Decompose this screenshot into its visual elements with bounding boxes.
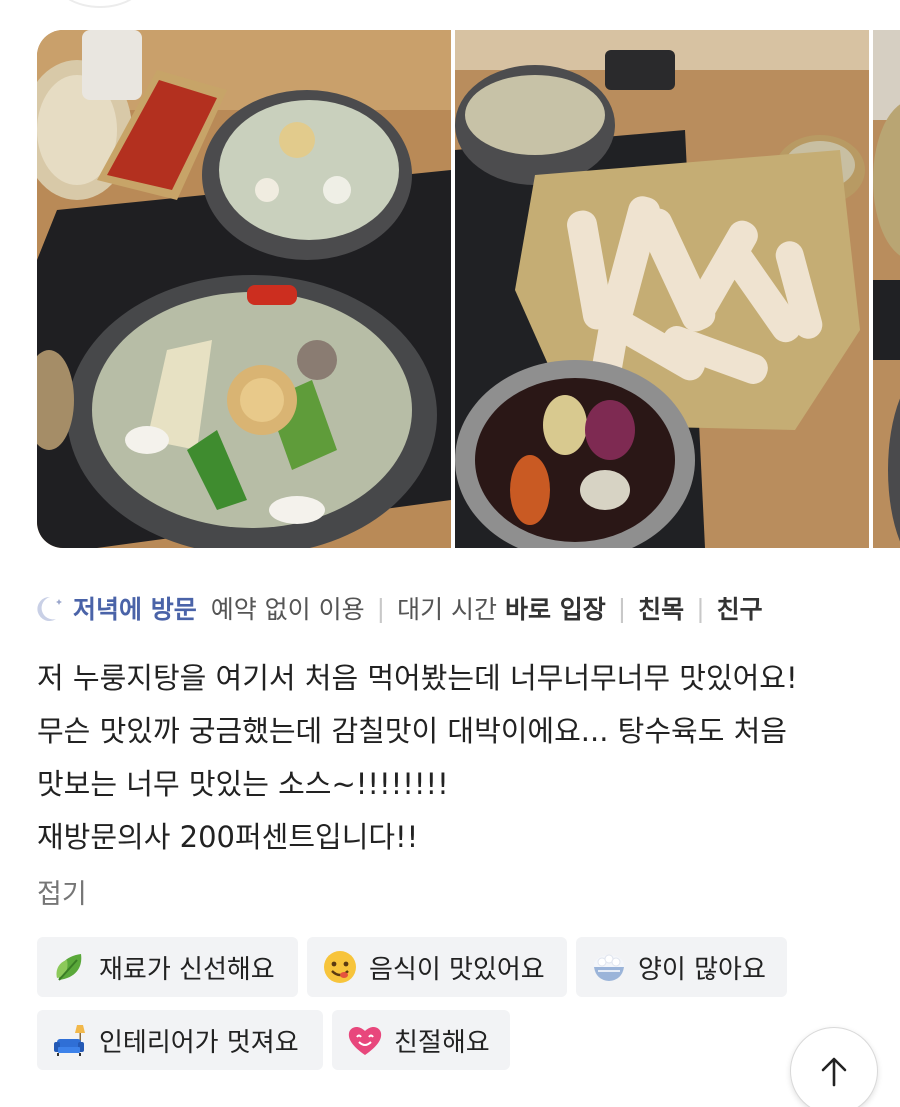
review-photo-3[interactable] (873, 30, 900, 548)
review-photo-carousel[interactable] (37, 30, 900, 548)
visit-info: 저녁에 방문 예약 없이 이용 | 대기 시간 바로 입장 | 친목 | 친구 (37, 588, 763, 628)
yum-face-icon (321, 948, 359, 986)
reservation-info: 예약 없이 이용 (210, 595, 365, 624)
sofa-lamp-icon (51, 1021, 89, 1059)
keyword-chip-portion: 양이 많아요 (576, 937, 787, 997)
keyword-chip-tasty: 음식이 맛있어요 (307, 937, 567, 997)
keyword-label: 인테리어가 멋져요 (99, 1027, 299, 1058)
review-line: 무슨 맛있까 궁금했는데 감칠맛이 대박이에요... 탕수육도 처음 (37, 714, 787, 748)
keyword-label: 친절해요 (394, 1027, 490, 1058)
review-line: 저 누룽지탕을 여기서 처음 먹어봤는데 너무너무너무 맛있어요! (37, 661, 798, 695)
review-photo-2[interactable] (455, 30, 869, 548)
divider: | (376, 593, 386, 623)
review-line: 재방문의사 200퍼센트입니다!! (37, 820, 419, 854)
keyword-chip-friendly: 친절해요 (332, 1010, 510, 1070)
moon-icon (37, 593, 67, 623)
keyword-label: 양이 많아요 (638, 954, 766, 985)
visit-companion: 친구 (716, 595, 763, 624)
keyword-label: 음식이 맛있어요 (369, 954, 545, 985)
review-line: 맛보는 너무 맛있는 소스~!!!!!!!! (37, 767, 449, 801)
rice-bowl-icon (590, 948, 628, 986)
review-text: 저 누룽지탕을 여기서 처음 먹어봤는데 너무너무너무 맛있어요! 무슨 맛있까… (37, 652, 867, 864)
arrow-up-icon (821, 1057, 847, 1087)
divider: | (617, 593, 627, 623)
keyword-chip-interior: 인테리어가 멋져요 (37, 1010, 323, 1070)
leaf-icon (51, 948, 89, 986)
tangsuyuk-with-sauce-photo (455, 30, 869, 548)
review-photo-1[interactable] (37, 30, 451, 548)
visit-time: 저녁에 방문 (73, 595, 197, 624)
heart-face-icon (346, 1021, 384, 1059)
keyword-chip-fresh: 재료가 신선해요 (37, 937, 298, 997)
keyword-label: 재료가 신선해요 (99, 954, 275, 985)
visit-purpose: 친목 (638, 595, 685, 624)
divider: | (696, 593, 705, 623)
avatar (55, 0, 145, 8)
partial-next-photo (873, 30, 900, 548)
scroll-to-top-button[interactable] (790, 1027, 878, 1107)
fold-button[interactable]: 접기 (37, 872, 87, 911)
wait-label: 대기 시간 (397, 595, 498, 624)
seafood-nurungji-tang-photo (37, 30, 451, 548)
wait-value: 바로 입장 (505, 595, 606, 624)
